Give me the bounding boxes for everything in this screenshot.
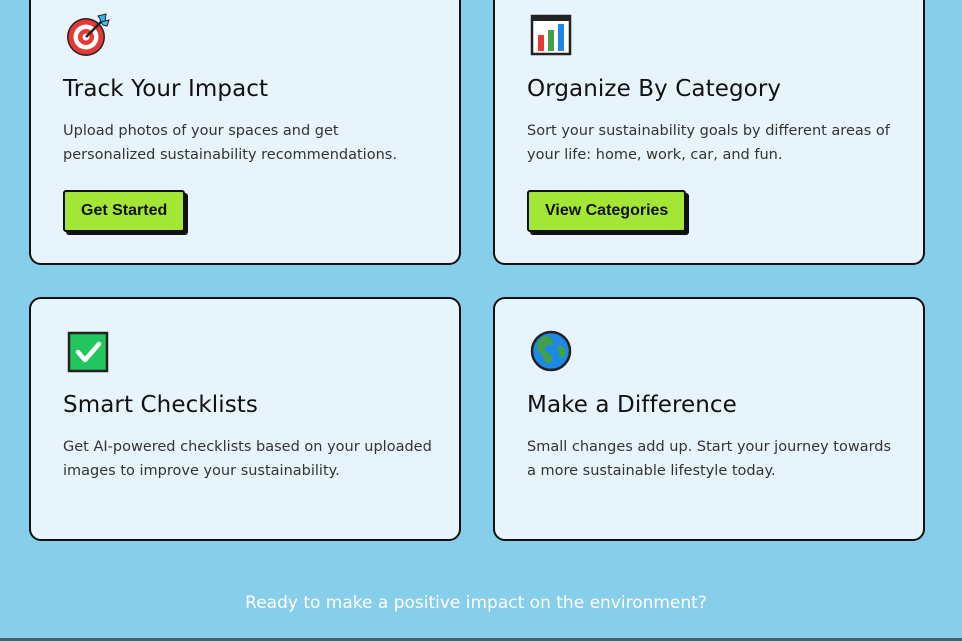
bar-chart-icon [530, 13, 574, 57]
card-description: Sort your sustainability goals by differ… [527, 123, 890, 163]
target-icon [66, 13, 110, 57]
card-description: Upload photos of your spaces and get per… [63, 123, 397, 163]
feature-card-organize-category: Organize By Category Sort your sustainab… [493, 0, 925, 265]
card-title: Organize By Category [527, 76, 782, 102]
checkmark-icon [66, 330, 110, 374]
cta-text: Ready to make a positive impact on the e… [245, 593, 707, 613]
card-title: Track Your Impact [63, 76, 269, 102]
view-categories-button[interactable]: View Categories [527, 190, 687, 232]
feature-card-track-impact: Track Your Impact Upload photos of your … [29, 0, 461, 265]
card-title: Smart Checklists [63, 392, 258, 418]
card-description: Get AI-powered checklists based on your … [63, 439, 432, 479]
feature-card-smart-checklists: Smart Checklists Get AI-powered checklis… [29, 297, 461, 541]
features-section: Track Your Impact Upload photos of your … [0, 0, 962, 641]
feature-card-make-difference: Make a Difference Small changes add up. … [493, 297, 925, 541]
card-description: Small changes add up. Start your journey… [527, 439, 892, 479]
card-title: Make a Difference [527, 392, 737, 418]
get-started-button[interactable]: Get Started [63, 190, 186, 232]
globe-icon [530, 330, 574, 374]
